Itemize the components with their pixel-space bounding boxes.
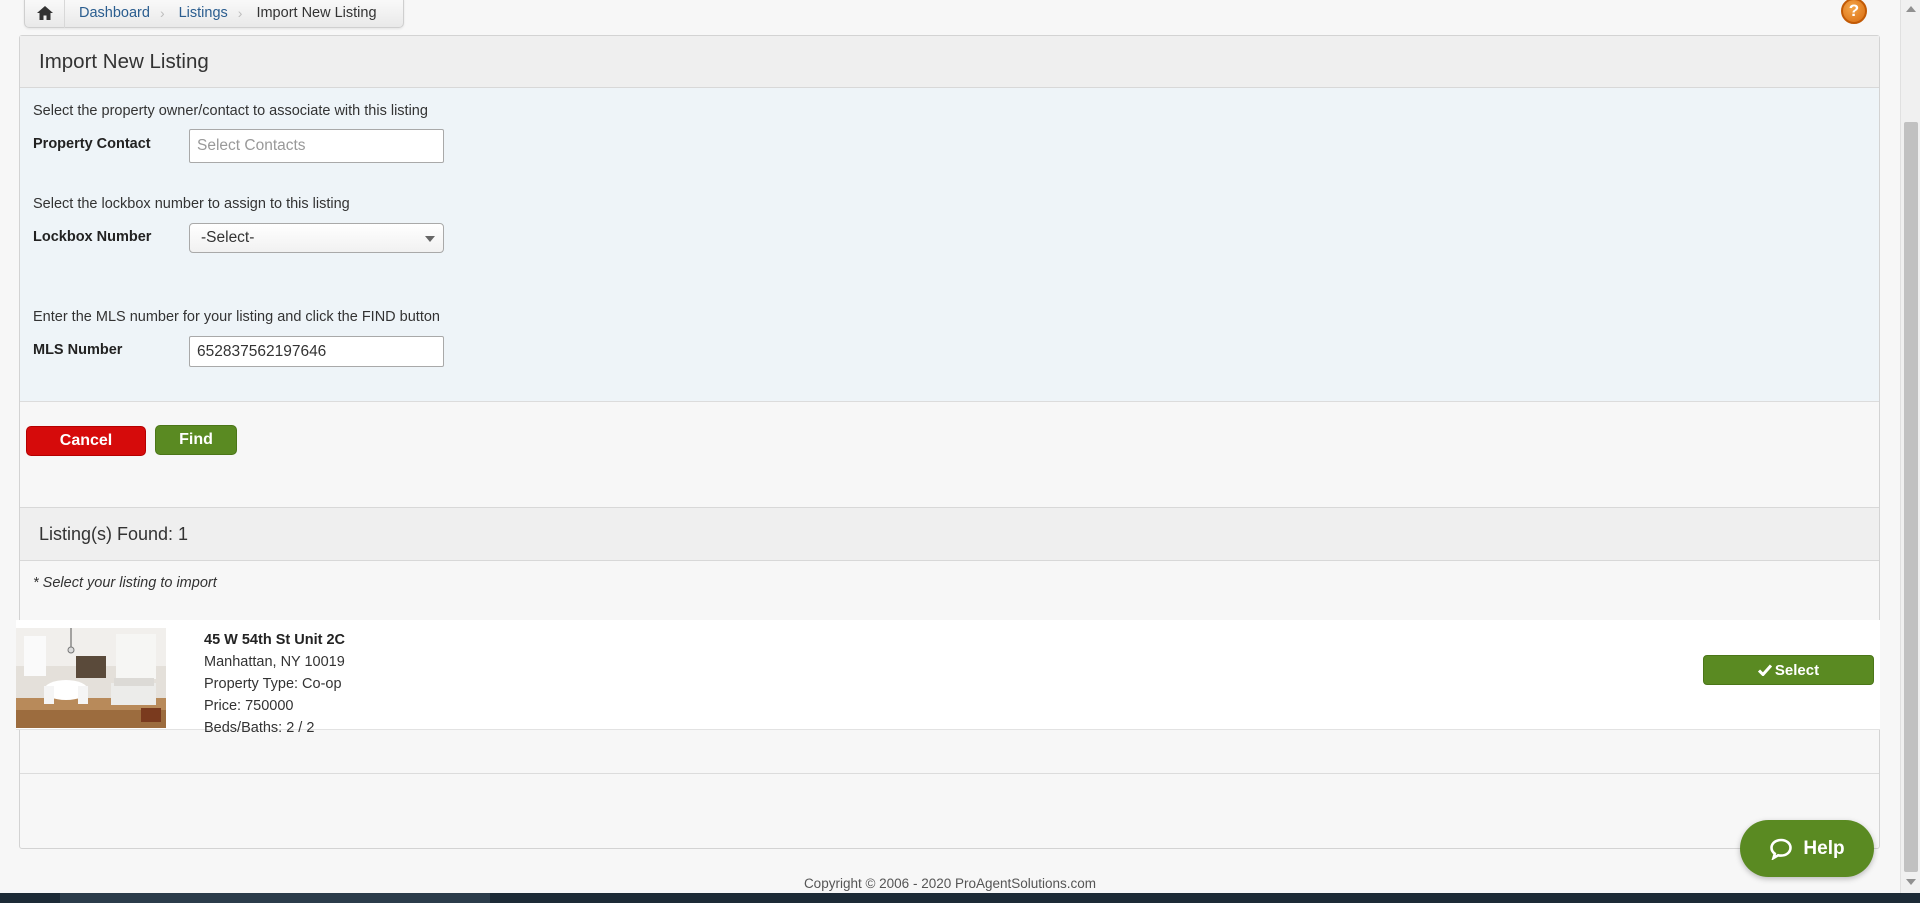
mls-instruction: Enter the MLS number for your listing an…: [33, 309, 440, 325]
listing-row: 45 W 54th St Unit 2C Manhattan, NY 10019…: [16, 620, 1880, 736]
scroll-down-arrow-icon[interactable]: [1906, 879, 1916, 885]
os-taskbar: [0, 893, 1920, 903]
lockbox-instruction: Select the lockbox number to assign to t…: [33, 196, 350, 212]
results-note: * Select your listing to import: [33, 575, 217, 591]
vertical-scrollbar[interactable]: [1900, 0, 1920, 893]
lockbox-selected-value: -Select-: [201, 229, 255, 246]
listing-city: Manhattan, NY 10019: [204, 654, 345, 670]
find-button[interactable]: Find: [155, 425, 237, 455]
section-divider: [20, 773, 1879, 774]
page-title: Import New Listing: [39, 49, 209, 73]
lockbox-number-label: Lockbox Number: [33, 229, 152, 245]
lockbox-number-select[interactable]: -Select-: [189, 223, 444, 253]
property-contact-label: Property Contact: [33, 136, 151, 152]
action-buttons: Cancel Find: [20, 402, 1879, 508]
listing-property-type: Property Type: Co-op: [204, 676, 342, 692]
taskbar-segment: [60, 893, 490, 903]
select-listing-button[interactable]: Select: [1703, 655, 1874, 685]
help-chat-label: Help: [1803, 837, 1845, 859]
footer-copyright: Copyright © 2006 - 2020 ProAgentSolution…: [803, 876, 1097, 891]
chevron-down-icon: [425, 236, 435, 242]
contact-instruction: Select the property owner/contact to ass…: [33, 103, 428, 119]
results-header: Listing(s) Found: 1: [20, 508, 1879, 561]
breadcrumb-dashboard[interactable]: Dashboard: [65, 5, 160, 21]
listing-thumbnail: [16, 628, 166, 728]
import-listing-card: Import New Listing Select the property o…: [16, 35, 1880, 849]
mls-number-label: MLS Number: [33, 342, 123, 358]
breadcrumb: Dashboard › Listings › Import New Listin…: [24, 0, 404, 28]
results-title: Listing(s) Found: 1: [39, 523, 189, 544]
breadcrumb-home[interactable]: [25, 0, 65, 28]
mls-number-input[interactable]: [189, 336, 444, 367]
listing-address: 45 W 54th St Unit 2C: [204, 632, 345, 648]
home-icon: [36, 5, 53, 20]
checkmark-icon: [1757, 664, 1772, 676]
property-contact-input[interactable]: [189, 129, 444, 163]
listing-photo-image: [16, 628, 166, 728]
cancel-button[interactable]: Cancel: [26, 426, 146, 456]
import-form: Select the property owner/contact to ass…: [20, 88, 1879, 402]
listing-info: 45 W 54th St Unit 2C Manhattan, NY 10019…: [204, 629, 345, 739]
listing-beds-baths: Beds/Baths: 2 / 2: [204, 720, 315, 736]
help-question-icon[interactable]: ?: [1841, 0, 1867, 24]
help-chat-button[interactable]: Help: [1740, 820, 1874, 877]
listing-price: Price: 750000: [204, 698, 294, 714]
chat-bubble-icon: [1770, 838, 1793, 860]
scrollbar-thumb[interactable]: [1904, 122, 1918, 872]
breadcrumb-current: Import New Listing: [256, 4, 377, 21]
scroll-up-arrow-icon[interactable]: [1906, 6, 1916, 12]
select-button-label: Select: [1774, 661, 1820, 679]
card-header: Import New Listing: [20, 36, 1879, 88]
breadcrumb-listings[interactable]: Listings: [165, 5, 238, 21]
